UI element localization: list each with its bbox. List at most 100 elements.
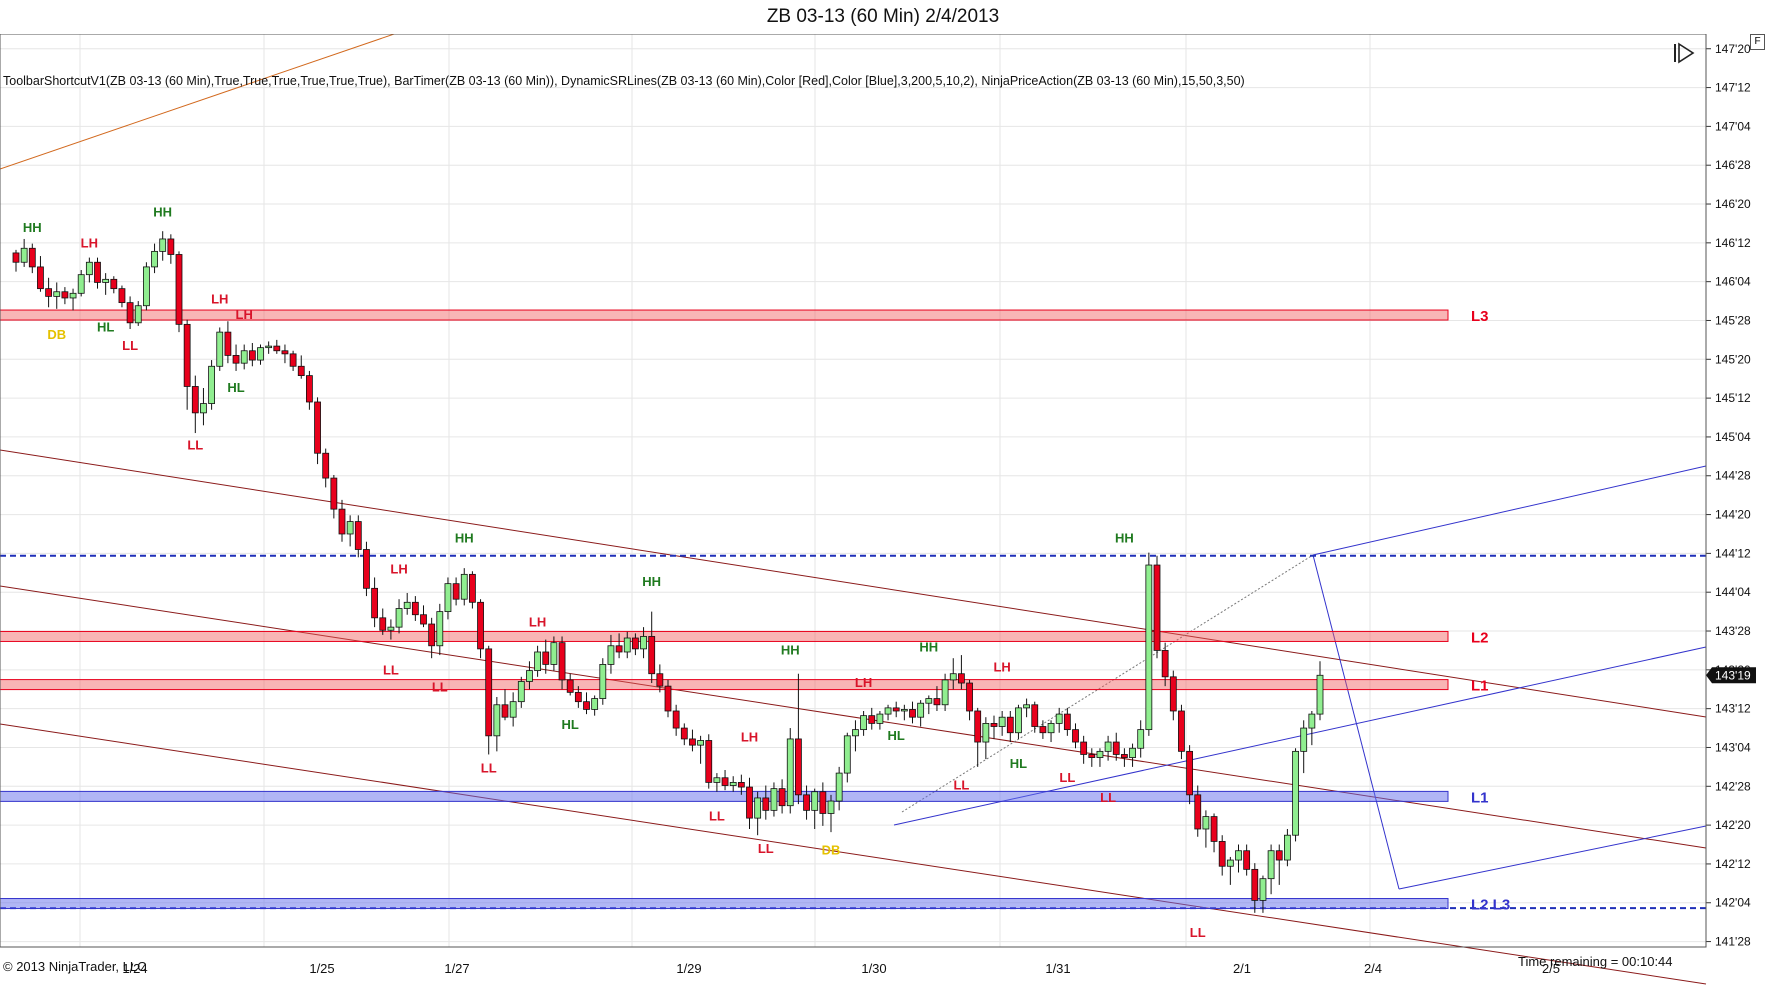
candle-down: [648, 636, 656, 675]
price-tick-label: 145'20: [1715, 352, 1751, 366]
swing-label-lh: LH: [741, 729, 758, 744]
last-price-label: 143'19: [1715, 668, 1751, 682]
candle-up: [599, 664, 607, 699]
candle-down: [1112, 741, 1120, 755]
candle-down: [958, 673, 965, 684]
candle-up: [1316, 674, 1324, 715]
candle-down: [819, 791, 827, 814]
candle-down: [118, 288, 126, 304]
candle-down: [803, 794, 810, 811]
candle-down: [1161, 650, 1169, 678]
candle-up: [917, 702, 925, 718]
candle-up: [240, 350, 248, 364]
swing-label-ll: LL: [709, 809, 725, 824]
candle-down: [110, 278, 118, 290]
candle-down: [330, 477, 338, 510]
candle-down: [61, 291, 69, 299]
price-tick-label: 144'04: [1715, 585, 1751, 599]
panel-f-button[interactable]: F: [1750, 34, 1765, 50]
candle-up: [20, 247, 28, 263]
swing-label-lh: LH: [390, 562, 407, 577]
candle-up: [403, 601, 411, 609]
candle-down: [1153, 564, 1161, 651]
candle-down: [1031, 704, 1039, 727]
candle-up: [770, 788, 778, 811]
swing-label-lh: LH: [993, 660, 1010, 675]
swing-label-hh: HH: [781, 642, 800, 657]
candle-down: [868, 715, 876, 724]
price-tick-label: 141'28: [1715, 935, 1751, 949]
candle-down: [566, 679, 574, 693]
candle-up: [1235, 850, 1242, 861]
candle-up: [811, 791, 819, 811]
candle-down: [363, 549, 370, 589]
candle-down: [1251, 868, 1259, 901]
copyright-text: © 2013 NinjaTrader, LLC: [3, 959, 147, 974]
candle-up: [1096, 750, 1104, 758]
candle-down: [1039, 726, 1047, 734]
candle-up: [208, 365, 216, 404]
candle-up: [69, 292, 77, 299]
candle-up: [216, 331, 224, 367]
resistance-zone: [0, 309, 1449, 321]
candle-down: [322, 452, 330, 479]
candle-down: [1210, 816, 1218, 842]
swing-label-lh: LH: [236, 307, 253, 322]
price-tick-label: 146'04: [1715, 275, 1751, 289]
candle-up: [827, 800, 835, 814]
date-label: 1/27: [444, 961, 469, 976]
candle-down: [314, 401, 321, 454]
swing-label-hl: HL: [562, 717, 579, 732]
date-label: 1/29: [676, 961, 701, 976]
support-zone-label: L1: [1471, 789, 1489, 806]
candle-down: [721, 777, 729, 786]
date-label: 2/1: [1233, 961, 1251, 976]
candle-down: [289, 353, 297, 367]
support-zone: [0, 790, 1449, 802]
candle-down: [632, 637, 639, 650]
swing-label-hh: HH: [455, 531, 474, 546]
candle-up: [1259, 878, 1267, 901]
candle-down: [615, 645, 623, 653]
date-label: 1/30: [861, 961, 886, 976]
candle-down: [232, 355, 240, 364]
candle-down: [354, 521, 362, 550]
candle-up: [1300, 727, 1308, 752]
swing-label-ll: LL: [481, 760, 497, 775]
chart-panel[interactable]: L3 L2 L1 L1 L2 L3 HH LH HH DB HL LL LH LH HL LL LH HH LL…: [0, 34, 1766, 997]
candle-down: [933, 698, 941, 706]
candle-up: [852, 729, 859, 737]
swing-label-hh: HH: [642, 574, 661, 589]
candle-up: [1267, 850, 1275, 880]
candle-down: [1218, 841, 1226, 867]
candle-up: [200, 403, 207, 414]
swing-label-ll: LL: [432, 680, 448, 695]
candle-down: [12, 252, 20, 263]
price-tick-label: 145'04: [1715, 430, 1751, 444]
candle-down: [664, 685, 672, 712]
candle-up: [142, 266, 150, 307]
candle-down: [1178, 710, 1185, 752]
price-chart[interactable]: L3 L2 L1 L1 L2 L3 HH LH HH DB HL LL LH LH HL LL LH HH LL…: [0, 34, 1766, 997]
candle-up: [509, 701, 517, 718]
swing-label-lh: LH: [855, 675, 872, 690]
candle-up: [729, 782, 737, 786]
candle-down: [477, 601, 484, 650]
swing-label-hl: HL: [1010, 756, 1027, 771]
candle-up: [1226, 859, 1234, 867]
candle-up: [591, 698, 599, 710]
candle-down: [1194, 794, 1202, 830]
candle-down: [379, 617, 387, 631]
candle-up: [460, 573, 468, 600]
candle-down: [224, 331, 232, 356]
play-forward-icon[interactable]: [1672, 42, 1696, 64]
resistance-zone-label: L2: [1471, 629, 1489, 646]
chart-title: ZB 03-13 (60 Min) 2/4/2013: [766, 6, 1000, 27]
candle-up: [159, 238, 167, 252]
candle-down: [990, 723, 998, 727]
candle-down: [737, 782, 745, 788]
swing-label-ll: LL: [122, 338, 138, 353]
price-tick-label: 147'04: [1715, 119, 1751, 133]
candle-down: [273, 345, 281, 352]
candle-up: [884, 707, 892, 715]
